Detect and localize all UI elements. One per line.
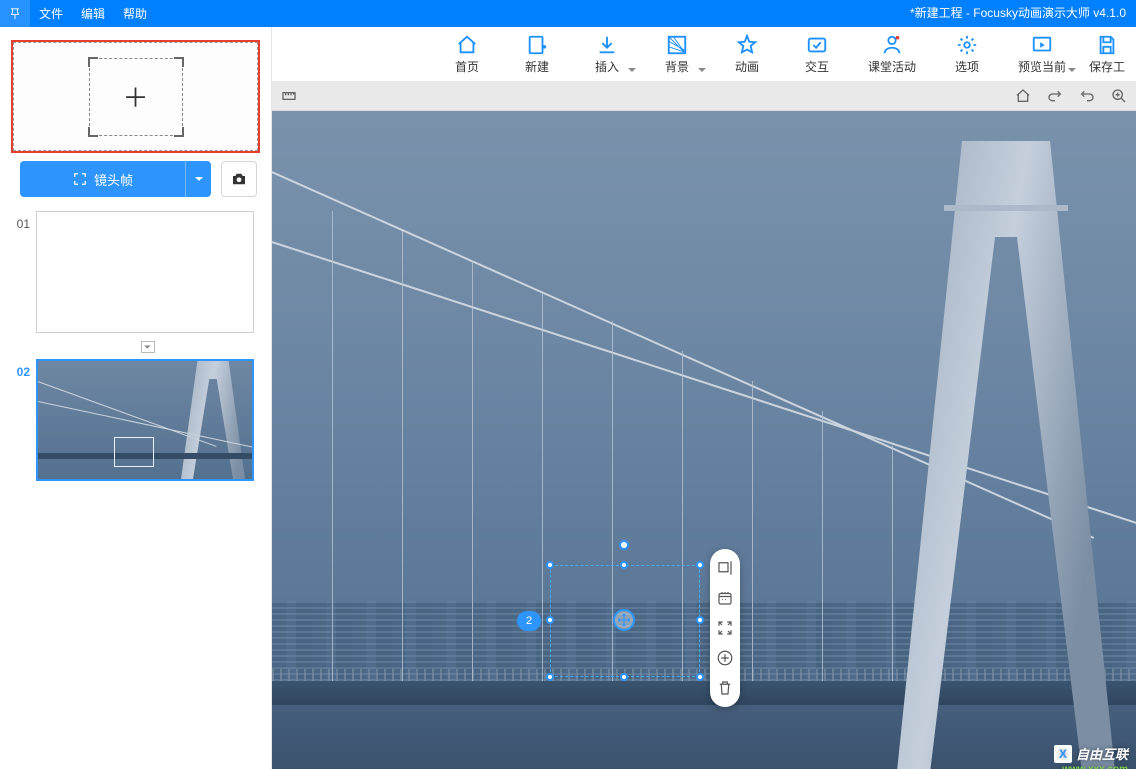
resize-handle[interactable] [696,561,704,569]
toolbar-home[interactable]: 首页 [432,27,502,82]
delete-icon[interactable] [716,679,734,697]
expand-icon[interactable] [716,619,734,637]
resize-handle[interactable] [696,616,704,624]
slide-thumb-1[interactable] [36,211,254,333]
toolbar-animation[interactable]: 动画 [712,27,782,82]
menu-edit[interactable]: 编辑 [72,0,114,27]
new-frame-slot[interactable]: ＋ [11,40,260,153]
home-icon [456,34,478,56]
rotate-handle[interactable] [619,540,629,550]
lens-frame-dropdown[interactable] [185,161,211,197]
background-icon [666,34,688,56]
menu-help[interactable]: 帮助 [114,0,156,27]
zoom-in-icon[interactable] [1110,87,1128,105]
ruler-icon[interactable] [280,87,298,105]
selection-box[interactable]: 2 [550,565,700,677]
main-toolbar: 首页 新建 插入 背景 动画 交互 [272,27,1136,82]
resize-handle[interactable] [546,673,554,681]
resize-handle[interactable] [620,561,628,569]
toolbar-insert[interactable]: 插入 [572,27,642,82]
resize-handle[interactable] [620,673,628,681]
home-small-icon[interactable] [1014,87,1032,105]
snapshot-button[interactable] [221,161,257,197]
menu-bar: 文件 编辑 帮助 *新建工程 - Focusky动画演示大师 v4.1.0 [0,0,1136,27]
toolbar-preview[interactable]: 预览当前 [1002,27,1082,82]
toolbar-save[interactable]: 保存工 [1082,27,1132,82]
insert-icon [596,34,618,56]
watermark-logo-icon: X [1054,745,1072,763]
toolbar-class-activity[interactable]: 课堂活动 [852,27,932,82]
lens-frame-button[interactable]: 镜头帧 [20,161,211,197]
lock-icon[interactable] [716,589,734,607]
sidebar: ＋ 镜头帧 01 ⏷ 02 [0,27,272,769]
canvas[interactable]: 2 X 自由互联 www.xxx.com [272,111,1136,769]
menu-file[interactable]: 文件 [30,0,72,27]
transition-icon[interactable]: ⏷ [141,341,155,353]
toolbar-interaction[interactable]: 交互 [782,27,852,82]
undo-icon[interactable] [1078,87,1096,105]
toolbar-new[interactable]: 新建 [502,27,572,82]
replay-icon[interactable] [716,559,734,577]
slide-row[interactable]: 02 [12,359,259,481]
slide-list: 01 ⏷ 02 [0,207,271,495]
class-activity-icon [881,34,903,56]
animation-icon [736,34,758,56]
window-title: *新建工程 - Focusky动画演示大师 v4.1.0 [910,0,1126,27]
plus-icon: ＋ [122,78,148,115]
lens-frame-label: 镜头帧 [94,170,133,189]
context-toolbar [710,549,740,707]
chevron-down-icon [1068,68,1076,76]
chevron-down-icon [698,68,706,76]
resize-handle[interactable] [546,616,554,624]
slide-number: 02 [12,359,30,379]
save-icon [1096,34,1118,56]
slide-number: 01 [12,211,30,231]
move-handle[interactable] [613,609,635,631]
add-icon[interactable] [716,649,734,667]
slide-row[interactable]: 01 [12,211,259,333]
toolbar-background[interactable]: 背景 [642,27,712,82]
interaction-icon [806,34,828,56]
new-icon [526,34,548,56]
selection-badge: 2 [517,611,541,631]
toolbar-options[interactable]: 选项 [932,27,1002,82]
watermark: X 自由互联 www.xxx.com [1054,744,1128,763]
slide-thumb-2[interactable] [36,359,254,481]
options-icon [956,34,978,56]
pin-icon[interactable] [0,0,30,27]
resize-handle[interactable] [546,561,554,569]
canvas-subbar [272,82,1136,111]
redo-icon[interactable] [1046,87,1064,105]
resize-handle[interactable] [696,673,704,681]
chevron-down-icon [628,68,636,76]
preview-icon [1031,34,1053,56]
